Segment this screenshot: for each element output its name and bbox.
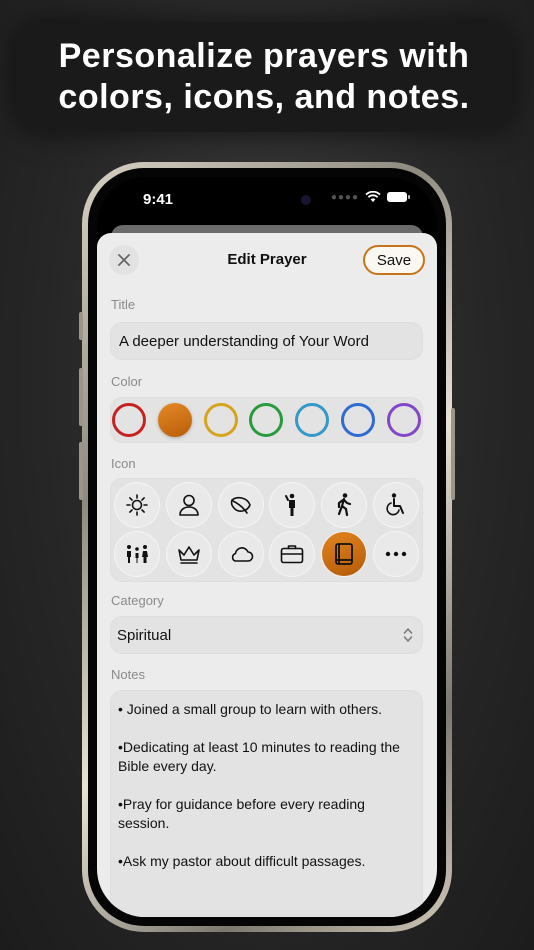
figure-stand-icon [285,493,296,516]
icon-option[interactable] [373,483,418,527]
more-icon [385,551,407,557]
color-swatch[interactable] [249,403,284,437]
note-line: •Ask my pastor about difficult passages. [118,853,366,869]
title-field[interactable]: A deeper understanding of Your Word [110,322,423,360]
sun-icon [126,494,148,516]
family-icon [127,545,148,563]
wheelchair-icon [386,493,404,516]
book-icon [335,543,354,565]
icon-label: Icon [111,456,136,471]
icon-option[interactable] [218,483,263,527]
icon-option[interactable] [270,532,315,576]
person-icon [178,494,199,516]
icon-option[interactable] [270,483,315,527]
icon-picker [110,478,423,582]
figure-walk-icon [338,493,352,517]
color-swatch[interactable] [203,403,238,437]
icon-option[interactable] [322,483,367,527]
category-picker[interactable]: Spiritual [110,616,423,654]
icon-option[interactable] [166,483,211,527]
leaf-icon [230,496,251,514]
category-label: Category [111,593,164,608]
category-value: Spiritual [117,626,172,644]
wifi-icon [365,191,381,202]
chevron-up-down-icon [403,628,413,642]
color-swatch[interactable] [295,403,330,437]
color-picker [110,397,423,443]
camera-dot [301,195,311,205]
mute-switch [79,312,83,340]
save-button[interactable]: Save [363,245,425,275]
color-swatch[interactable] [112,403,146,437]
color-swatch[interactable] [386,403,421,437]
battery-icon [387,192,410,202]
notes-label: Notes [111,667,145,682]
color-label: Color [111,374,143,389]
banner-text: Personalize prayers with colors, icons, … [58,37,470,116]
promo-banner: Personalize prayers with colors, icons, … [16,22,512,132]
icon-option[interactable] [166,532,211,576]
icon-option[interactable] [373,532,418,576]
crown-icon [177,546,200,564]
power-button [451,408,455,500]
color-swatch[interactable] [157,403,192,437]
icon-option[interactable] [322,532,367,576]
icon-option[interactable] [115,532,159,576]
note-line: •Dedicating at least 10 minutes to readi… [118,739,400,774]
note-line: •Pray for guidance before every reading … [118,796,365,831]
volume-down-button [79,442,83,500]
notes-field[interactable]: • Joined a small group to learn with oth… [110,690,423,917]
cellular-signal-icon: ●●●● [330,191,359,203]
icon-option[interactable] [115,483,159,527]
icon-option[interactable] [218,532,263,576]
title-label: Title [111,297,136,312]
note-line: • Joined a small group to learn with oth… [118,701,383,717]
edit-prayer-sheet: Edit Prayer Save Title A deeper understa… [97,233,437,917]
phone-screen: 9:41 ●●●● Edit Prayer Save Title A deepe… [97,177,437,917]
color-swatch[interactable] [341,403,376,437]
status-time: 9:41 [143,191,174,208]
volume-up-button [79,368,83,426]
title-value: A deeper understanding of Your Word [119,332,369,350]
briefcase-icon [281,545,304,564]
status-icons: ●●●● [330,191,410,203]
cloud-icon [231,547,253,562]
